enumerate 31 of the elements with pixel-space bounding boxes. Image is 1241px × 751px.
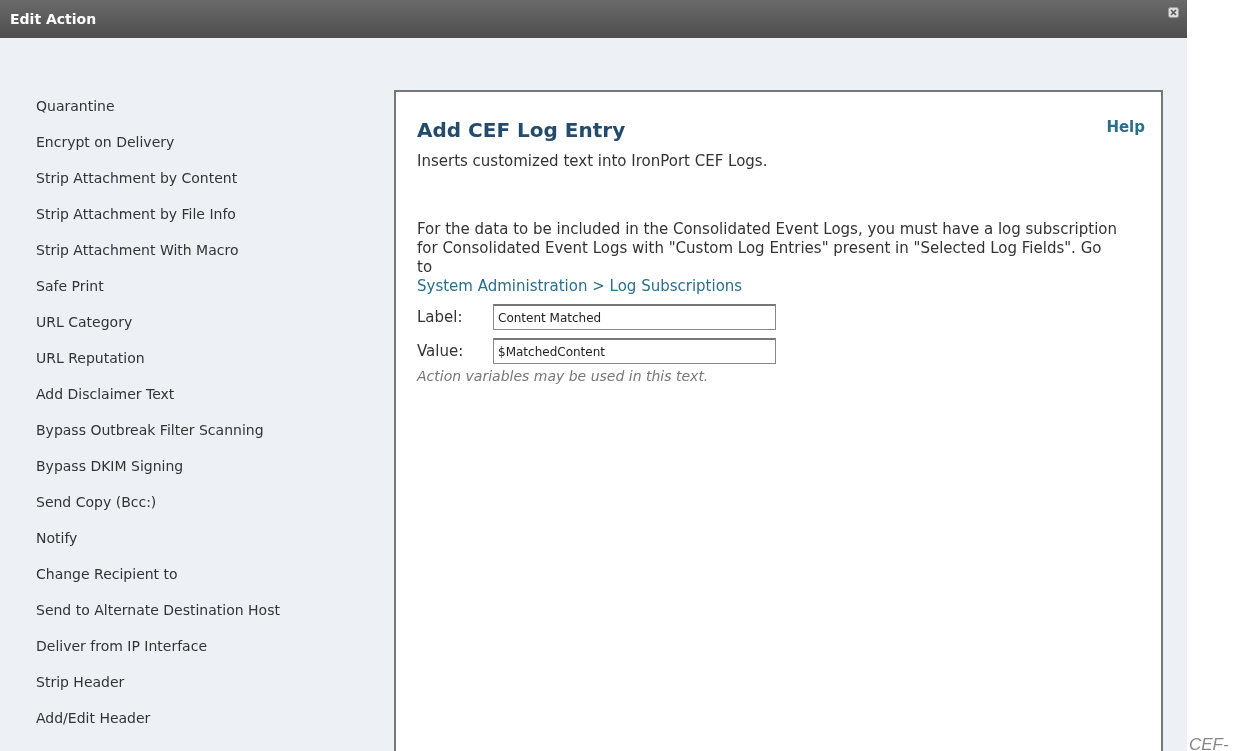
action-item[interactable]: Strip Attachment by Content	[36, 169, 376, 205]
help-link[interactable]: Help	[1106, 118, 1145, 136]
action-item[interactable]: URL Reputation	[36, 349, 376, 385]
action-item[interactable]: Send Copy (Bcc:)	[36, 493, 376, 529]
action-item[interactable]: Bypass DKIM Signing	[36, 457, 376, 493]
action-item[interactable]: Change Recipient to	[36, 565, 376, 601]
input-field[interactable]: $MatchedContent	[493, 338, 776, 364]
field-label: Label:	[417, 308, 464, 326]
action-item[interactable]: Strip Attachment by File Info	[36, 205, 376, 241]
hint-text: Action variables may be used in this text.	[417, 368, 710, 384]
action-item[interactable]: Send to Alternate Destination Host	[36, 601, 376, 637]
field-label: Value:	[417, 342, 465, 360]
action-item[interactable]: Strip Attachment With Macro	[36, 241, 376, 277]
note-text: For the data to be included in the Consolidated Event Logs, you must have a log subscription for Consolidated Event Logs with "Custom Log Entries" present in "Selected Log Fields". Go to System Administration > Log Subscriptions	[417, 220, 1117, 296]
action-item[interactable]: URL Category	[36, 313, 376, 349]
log-subscriptions-link[interactable]: System Administration > Log Subscriptions	[417, 277, 743, 295]
panel-title: Add CEF Log Entry	[417, 118, 626, 142]
action-item[interactable]: Strip Header	[36, 673, 376, 709]
caption: CEF-	[1189, 735, 1229, 751]
action-item[interactable]: Notify	[36, 529, 376, 565]
action-item[interactable]: Bypass Outbreak Filter Scanning	[36, 421, 376, 457]
action-item[interactable]: Add Disclaimer Text	[36, 385, 376, 421]
close-icon[interactable]	[1168, 6, 1179, 18]
input-field[interactable]: Content Matched	[493, 304, 776, 330]
action-item[interactable]: Deliver from IP Interface	[36, 637, 376, 673]
action-item[interactable]: Add/Edit Header	[36, 709, 376, 745]
action-item[interactable]: Quarantine	[36, 97, 376, 133]
description: Inserts customized text into IronPort CEF Logs.	[417, 152, 769, 170]
action-item[interactable]: Safe Print	[36, 277, 376, 313]
action-item[interactable]: Encrypt on Delivery	[36, 133, 376, 169]
window-title: Edit Action	[10, 11, 97, 27]
